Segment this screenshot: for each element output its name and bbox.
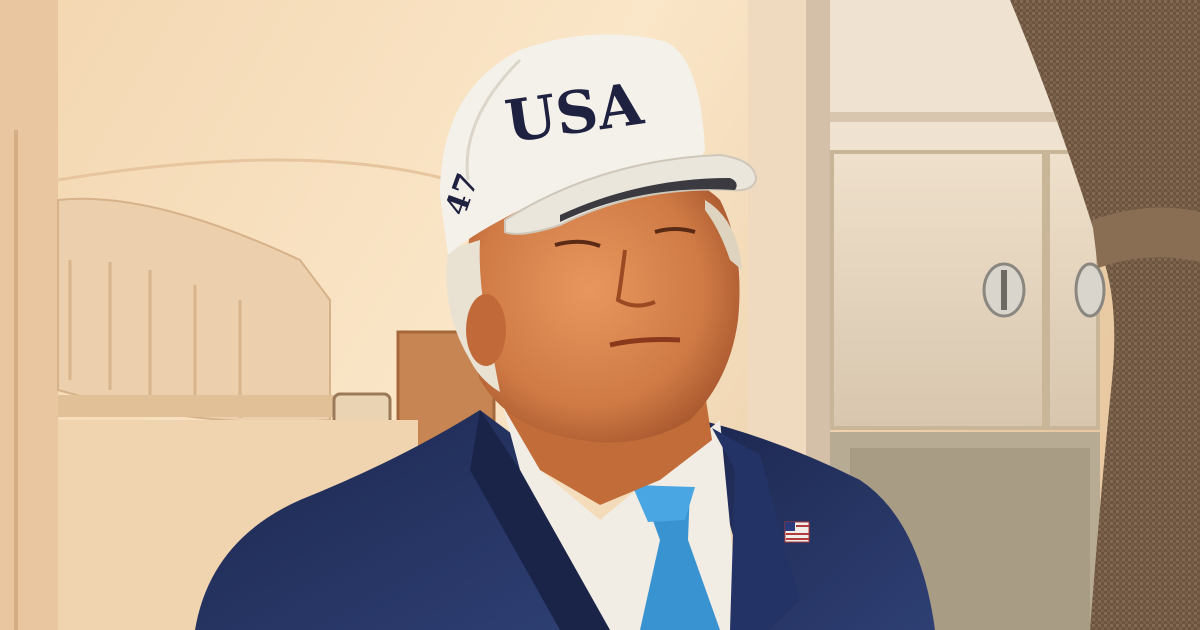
cabinet-rail — [830, 112, 1070, 122]
ear — [466, 294, 506, 366]
flag-pin-canton — [785, 522, 795, 531]
left-wall-seam — [14, 130, 18, 630]
left-wall-edge — [0, 0, 58, 630]
photo-illustration: USA 47 — [0, 0, 1200, 630]
photo-scene: USA 47 — [0, 0, 1200, 630]
latch-slot — [1001, 270, 1007, 310]
cabinet-latch-2 — [1074, 262, 1106, 318]
bin-ledge — [58, 395, 348, 417]
